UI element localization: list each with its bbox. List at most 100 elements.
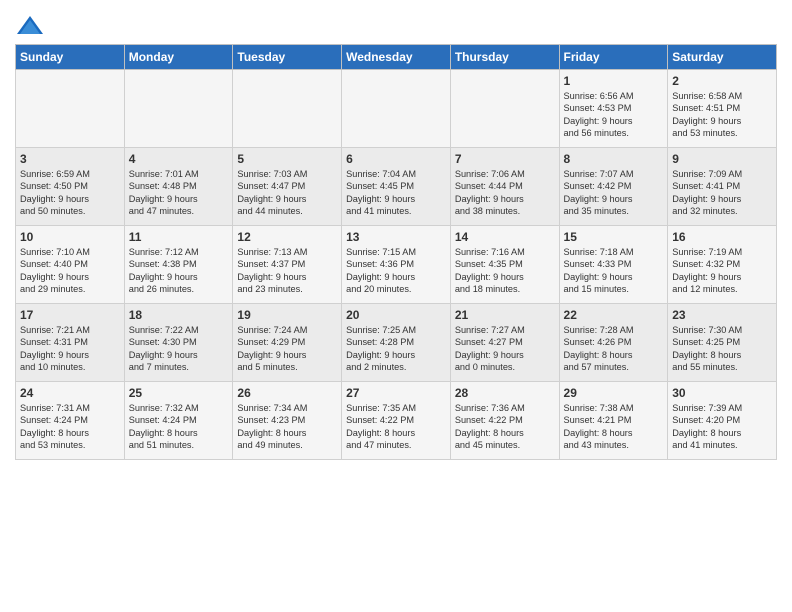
day-number: 20 (346, 308, 446, 322)
day-number: 18 (129, 308, 229, 322)
calendar-body: 1Sunrise: 6:56 AM Sunset: 4:53 PM Daylig… (16, 70, 777, 460)
week-row-2: 3 Sunrise: 6:59 AM Sunset: 4:50 PM Daylig… (16, 148, 777, 226)
day-cell: 4Sunrise: 7:01 AM Sunset: 4:48 PM Daylig… (124, 148, 233, 226)
day-info: Sunrise: 7:07 AM Sunset: 4:42 PM Dayligh… (564, 168, 664, 218)
day-info: Sunrise: 7:09 AM Sunset: 4:41 PM Dayligh… (672, 168, 772, 218)
day-cell: 24 Sunrise: 7:31 AM Sunset: 4:24 PM Dayli… (16, 382, 125, 460)
day-cell: 8 Sunrise: 7:07 AM Sunset: 4:42 PM Daylig… (559, 148, 668, 226)
day-number: 5 (237, 152, 337, 166)
day-number: 28 (455, 386, 555, 400)
day-number: 23 (672, 308, 772, 322)
day-cell: 30 Sunrise: 7:39 AM Sunset: 4:20 PM Dayli… (668, 382, 777, 460)
day-cell: 16Sunrise: 7:19 AM Sunset: 4:32 PM Dayli… (668, 226, 777, 304)
day-number: 29 (564, 386, 664, 400)
weekday-header-thursday: Thursday (450, 45, 559, 70)
day-info: Sunrise: 7:28 AM Sunset: 4:26 PM Dayligh… (564, 324, 664, 374)
day-info: Sunrise: 7:35 AM Sunset: 4:22 PM Dayligh… (346, 402, 446, 452)
day-number: 12 (237, 230, 337, 244)
day-info: Sunrise: 7:13 AM Sunset: 4:37 PM Dayligh… (237, 246, 337, 296)
day-number: 17 (20, 308, 120, 322)
day-cell: 14 Sunrise: 7:16 AM Sunset: 4:35 PM Dayli… (450, 226, 559, 304)
header (15, 10, 777, 38)
day-info: Sunrise: 7:22 AM Sunset: 4:30 PM Dayligh… (129, 324, 229, 374)
day-cell (450, 70, 559, 148)
day-info: Sunrise: 7:34 AM Sunset: 4:23 PM Dayligh… (237, 402, 337, 452)
day-number: 22 (564, 308, 664, 322)
day-info: Sunrise: 7:01 AM Sunset: 4:48 PM Dayligh… (129, 168, 229, 218)
day-info: Sunrise: 7:39 AM Sunset: 4:20 PM Dayligh… (672, 402, 772, 452)
day-number: 10 (20, 230, 120, 244)
day-cell: 19 Sunrise: 7:24 AM Sunset: 4:29 PM Dayli… (233, 304, 342, 382)
day-info: Sunrise: 6:56 AM Sunset: 4:53 PM Dayligh… (564, 90, 664, 140)
day-cell: 13 Sunrise: 7:15 AM Sunset: 4:36 PM Dayli… (342, 226, 451, 304)
day-info: Sunrise: 7:03 AM Sunset: 4:47 PM Dayligh… (237, 168, 337, 218)
day-info: Sunrise: 7:36 AM Sunset: 4:22 PM Dayligh… (455, 402, 555, 452)
day-cell: 29 Sunrise: 7:38 AM Sunset: 4:21 PM Dayli… (559, 382, 668, 460)
day-cell (342, 70, 451, 148)
day-number: 24 (20, 386, 120, 400)
day-cell: 12 Sunrise: 7:13 AM Sunset: 4:37 PM Dayli… (233, 226, 342, 304)
weekday-header-saturday: Saturday (668, 45, 777, 70)
day-cell: 26 Sunrise: 7:34 AM Sunset: 4:23 PM Dayli… (233, 382, 342, 460)
day-info: Sunrise: 7:10 AM Sunset: 4:40 PM Dayligh… (20, 246, 120, 296)
day-cell: 5 Sunrise: 7:03 AM Sunset: 4:47 PM Daylig… (233, 148, 342, 226)
day-cell: 3 Sunrise: 6:59 AM Sunset: 4:50 PM Daylig… (16, 148, 125, 226)
day-cell: 22 Sunrise: 7:28 AM Sunset: 4:26 PM Dayli… (559, 304, 668, 382)
day-number: 19 (237, 308, 337, 322)
day-number: 21 (455, 308, 555, 322)
day-cell (124, 70, 233, 148)
day-number: 9 (672, 152, 772, 166)
calendar-header: SundayMondayTuesdayWednesdayThursdayFrid… (16, 45, 777, 70)
weekday-header-friday: Friday (559, 45, 668, 70)
day-info: Sunrise: 7:21 AM Sunset: 4:31 PM Dayligh… (20, 324, 120, 374)
week-row-4: 17 Sunrise: 7:21 AM Sunset: 4:31 PM Dayli… (16, 304, 777, 382)
day-cell: 11 Sunrise: 7:12 AM Sunset: 4:38 PM Dayli… (124, 226, 233, 304)
day-info: Sunrise: 7:15 AM Sunset: 4:36 PM Dayligh… (346, 246, 446, 296)
day-info: Sunrise: 6:58 AM Sunset: 4:51 PM Dayligh… (672, 90, 772, 140)
page-container: SundayMondayTuesdayWednesdayThursdayFrid… (0, 0, 792, 465)
day-info: Sunrise: 7:24 AM Sunset: 4:29 PM Dayligh… (237, 324, 337, 374)
day-info: Sunrise: 7:04 AM Sunset: 4:45 PM Dayligh… (346, 168, 446, 218)
day-cell: 7 Sunrise: 7:06 AM Sunset: 4:44 PM Daylig… (450, 148, 559, 226)
day-info: Sunrise: 7:18 AM Sunset: 4:33 PM Dayligh… (564, 246, 664, 296)
week-row-5: 24 Sunrise: 7:31 AM Sunset: 4:24 PM Dayli… (16, 382, 777, 460)
day-number: 16 (672, 230, 772, 244)
day-cell: 21 Sunrise: 7:27 AM Sunset: 4:27 PM Dayli… (450, 304, 559, 382)
day-cell (16, 70, 125, 148)
day-cell: 23Sunrise: 7:30 AM Sunset: 4:25 PM Dayli… (668, 304, 777, 382)
day-number: 8 (564, 152, 664, 166)
day-number: 3 (20, 152, 120, 166)
weekday-header-monday: Monday (124, 45, 233, 70)
day-info: Sunrise: 7:32 AM Sunset: 4:24 PM Dayligh… (129, 402, 229, 452)
day-cell: 15Sunrise: 7:18 AM Sunset: 4:33 PM Dayli… (559, 226, 668, 304)
day-number: 11 (129, 230, 229, 244)
weekday-header-wednesday: Wednesday (342, 45, 451, 70)
day-number: 30 (672, 386, 772, 400)
day-cell: 6Sunrise: 7:04 AM Sunset: 4:45 PM Daylig… (342, 148, 451, 226)
weekday-row: SundayMondayTuesdayWednesdayThursdayFrid… (16, 45, 777, 70)
day-cell: 28 Sunrise: 7:36 AM Sunset: 4:22 PM Dayli… (450, 382, 559, 460)
day-cell: 10 Sunrise: 7:10 AM Sunset: 4:40 PM Dayli… (16, 226, 125, 304)
weekday-header-tuesday: Tuesday (233, 45, 342, 70)
day-info: Sunrise: 7:31 AM Sunset: 4:24 PM Dayligh… (20, 402, 120, 452)
day-number: 7 (455, 152, 555, 166)
logo-icon (15, 14, 45, 38)
day-number: 26 (237, 386, 337, 400)
day-info: Sunrise: 7:27 AM Sunset: 4:27 PM Dayligh… (455, 324, 555, 374)
calendar-table: SundayMondayTuesdayWednesdayThursdayFrid… (15, 44, 777, 460)
day-info: Sunrise: 7:12 AM Sunset: 4:38 PM Dayligh… (129, 246, 229, 296)
day-info: Sunrise: 7:06 AM Sunset: 4:44 PM Dayligh… (455, 168, 555, 218)
week-row-3: 10 Sunrise: 7:10 AM Sunset: 4:40 PM Dayli… (16, 226, 777, 304)
day-info: Sunrise: 6:59 AM Sunset: 4:50 PM Dayligh… (20, 168, 120, 218)
day-cell: 18 Sunrise: 7:22 AM Sunset: 4:30 PM Dayli… (124, 304, 233, 382)
day-info: Sunrise: 7:25 AM Sunset: 4:28 PM Dayligh… (346, 324, 446, 374)
day-number: 13 (346, 230, 446, 244)
day-cell (233, 70, 342, 148)
weekday-header-sunday: Sunday (16, 45, 125, 70)
day-info: Sunrise: 7:38 AM Sunset: 4:21 PM Dayligh… (564, 402, 664, 452)
day-cell: 9 Sunrise: 7:09 AM Sunset: 4:41 PM Daylig… (668, 148, 777, 226)
week-row-1: 1Sunrise: 6:56 AM Sunset: 4:53 PM Daylig… (16, 70, 777, 148)
day-info: Sunrise: 7:16 AM Sunset: 4:35 PM Dayligh… (455, 246, 555, 296)
day-number: 27 (346, 386, 446, 400)
day-number: 14 (455, 230, 555, 244)
